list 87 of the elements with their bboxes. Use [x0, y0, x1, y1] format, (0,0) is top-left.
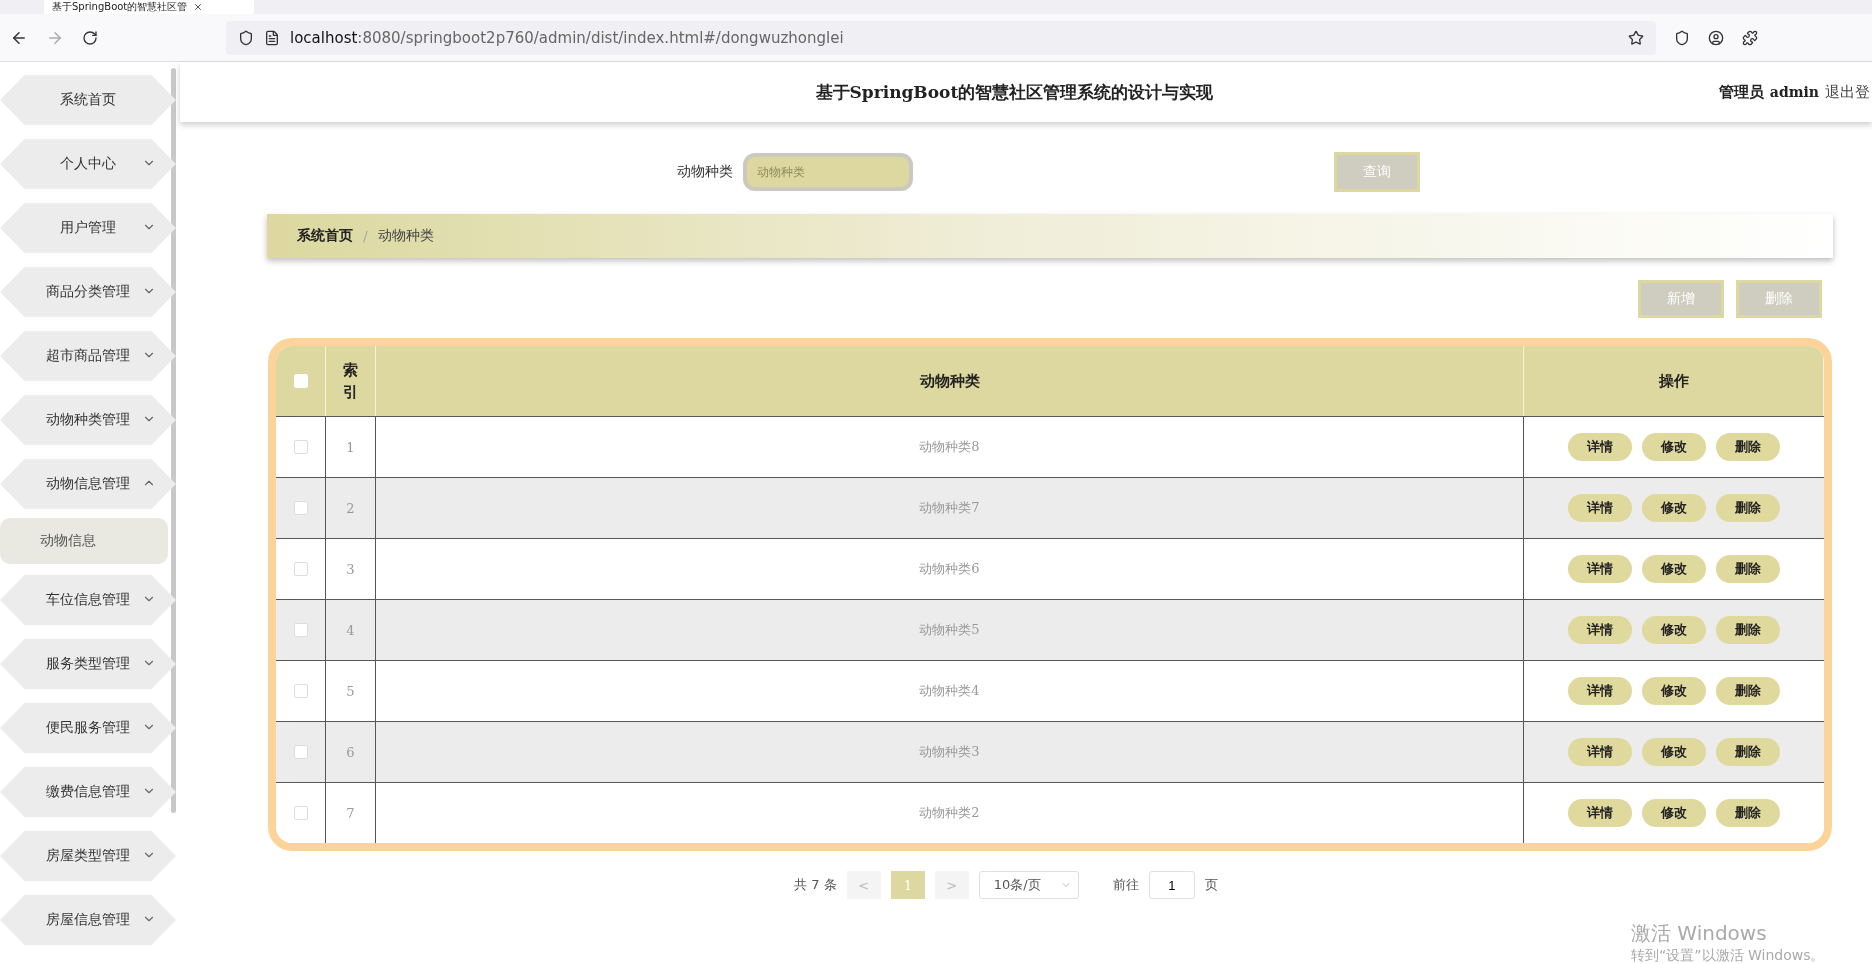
column-header: 动物种类 [376, 346, 1524, 416]
action-button[interactable]: 详情 [1568, 738, 1632, 766]
goto-suffix: 页 [1204, 876, 1218, 894]
table-cell: 5 [326, 660, 376, 721]
table-cell: 动物种类2 [376, 782, 1524, 843]
page-size-select[interactable]: 10条/页 [978, 871, 1079, 899]
sidebar-item[interactable]: 个人中心 [0, 139, 176, 189]
checkbox[interactable] [293, 562, 308, 576]
action-button[interactable]: 修改 [1642, 738, 1706, 766]
reload-icon[interactable] [82, 29, 98, 46]
activation-title: 激活 Windows [1631, 920, 1768, 947]
table-cell: 动物种类5 [376, 599, 1524, 660]
table-cell: 动物种类3 [376, 721, 1524, 782]
shield-icon[interactable] [1674, 29, 1690, 46]
sidebar-item[interactable]: 房屋类型管理 [0, 831, 176, 881]
search-label: 动物种类 [677, 163, 733, 181]
url-text: localhost:8080/springboot2p760/admin/dist/index.html#/dongwuzhonglei [290, 28, 845, 47]
sidebar-item[interactable]: 动物信息管理 [0, 459, 176, 509]
action-button[interactable]: 删除 [1716, 738, 1780, 766]
action-button[interactable]: 修改 [1642, 555, 1706, 583]
sidebar-item[interactable]: 用户管理 [0, 203, 176, 253]
action-button[interactable]: 修改 [1642, 433, 1706, 461]
goto-field[interactable]: 1 [1148, 871, 1195, 899]
action-button[interactable]: 删除 [1716, 799, 1780, 827]
breadcrumb-item[interactable]: 系统首页 [297, 227, 353, 245]
action-button[interactable]: 删除 [1716, 433, 1780, 461]
table-cell: 4 [326, 599, 376, 660]
puzzle-icon[interactable] [1742, 29, 1758, 46]
total-count: 共 7 条 [794, 876, 837, 894]
system-title: 基于SpringBoot的智慧社区管理系统的设计与实现 [814, 80, 1215, 104]
checkbox[interactable] [293, 623, 308, 637]
activation-text: 转到“设置”以激活 Windows。 [1631, 947, 1825, 964]
scrollbar[interactable] [171, 68, 176, 813]
action-button[interactable]: 修改 [1642, 799, 1706, 827]
checkbox[interactable] [293, 501, 308, 515]
action-button[interactable]: 详情 [1568, 799, 1632, 827]
table-cell: 7 [326, 782, 376, 843]
breadcrumb-item: 动物种类 [377, 227, 434, 245]
table-cell: 动物种类6 [376, 538, 1524, 599]
action-button[interactable]: 修改 [1642, 677, 1706, 705]
sidebar-item[interactable]: 房屋信息管理 [0, 895, 176, 945]
table-cell: 6 [326, 721, 376, 782]
table-cell: 动物种类8 [376, 416, 1524, 477]
submenu-item[interactable]: 动物信息 [0, 518, 168, 564]
table-cell: 1 [326, 416, 376, 477]
action-button[interactable]: 删除 [1716, 494, 1780, 522]
sidebar-item[interactable]: 服务类型管理 [0, 639, 176, 689]
page-icon [264, 29, 280, 46]
action-button[interactable]: 详情 [1568, 677, 1632, 705]
goto-label: 前往 [1112, 876, 1139, 894]
table-cell: 2 [326, 477, 376, 538]
column-header: 操作 [1524, 346, 1824, 416]
breadcrumb-separator: / [363, 228, 368, 244]
action-button[interactable]: 详情 [1568, 433, 1632, 461]
sidebar-item[interactable]: 车位信息管理 [0, 575, 176, 625]
column-header: 索引 [326, 346, 376, 416]
action-button[interactable]: 删除 [1716, 555, 1780, 583]
checkbox[interactable] [293, 440, 308, 454]
action-button[interactable]: 详情 [1568, 555, 1632, 583]
action-button[interactable]: 修改 [1642, 494, 1706, 522]
checkbox[interactable] [293, 745, 308, 759]
checkbox[interactable] [293, 684, 308, 698]
action-button[interactable]: 修改 [1642, 616, 1706, 644]
search-field[interactable]: 动物种类 [743, 153, 913, 191]
action-button[interactable]: 删除 [1716, 616, 1780, 644]
checkbox[interactable] [293, 806, 308, 820]
sidebar-item[interactable]: 动物种类管理 [0, 395, 176, 445]
sidebar-item[interactable]: 超市商品管理 [0, 331, 176, 381]
sidebar-item[interactable]: 便民服务管理 [0, 703, 176, 753]
user-name: admin [1769, 84, 1819, 100]
account-icon[interactable] [1708, 29, 1724, 46]
sidebar-item[interactable]: 系统首页 [0, 75, 176, 125]
star-icon[interactable] [1628, 29, 1644, 46]
table-cell: 动物种类4 [376, 660, 1524, 721]
action-button[interactable]: 详情 [1568, 494, 1632, 522]
browser-tab[interactable]: 基于SpringBoot的智慧社区管 [44, 0, 254, 14]
sidebar-item[interactable]: 商品分类管理 [0, 267, 176, 317]
action-button[interactable]: 详情 [1568, 616, 1632, 644]
table-cell: 动物种类7 [376, 477, 1524, 538]
table-cell: 3 [326, 538, 376, 599]
sidebar-item[interactable]: 缴费信息管理 [0, 767, 176, 817]
user-role: 管理员 [1718, 82, 1764, 102]
action-button[interactable]: 删除 [1716, 677, 1780, 705]
address-bar[interactable]: localhost:8080/springboot2p760/admin/dist/index.html#/dongwuzhonglei [226, 20, 1656, 55]
shield-icon [238, 29, 254, 46]
close-icon[interactable] [193, 2, 204, 12]
logout-link[interactable]: 退出登 [1825, 82, 1870, 102]
